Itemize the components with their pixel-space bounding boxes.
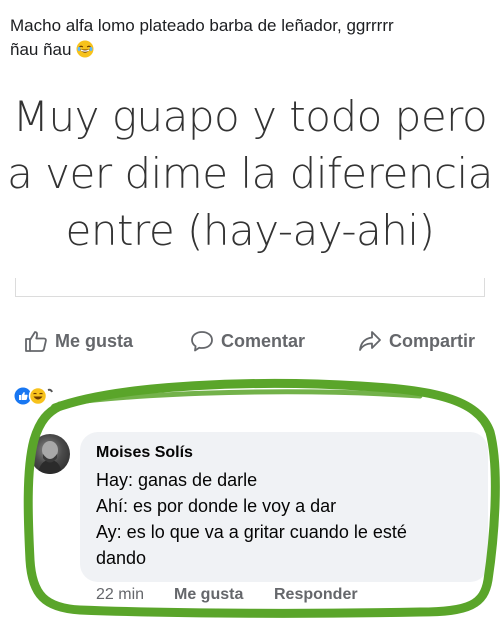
image-frame [15, 278, 485, 297]
like-label: Me gusta [55, 330, 134, 351]
thumbs-up-icon [25, 331, 47, 352]
share-arrow-icon [359, 331, 381, 351]
post-image[interactable]: Muy guapo y todo pero a ver dime la dife… [0, 78, 500, 298]
comment-button[interactable]: Comentar [190, 328, 305, 354]
comment-bubble-icon [191, 331, 213, 352]
comment-section: Moises Solís Hay: ganas de darle Ahí: es… [0, 400, 500, 622]
comment-line-2: Ahí: es por donde le voy a dar [96, 496, 337, 516]
share-label: Compartir [389, 330, 476, 351]
comment-reply-link[interactable]: Responder [274, 586, 358, 604]
post-actions: Me gusta Comentar Compartir [0, 322, 500, 362]
comment-label: Comentar [221, 330, 306, 351]
laughing-emoji-icon [76, 40, 94, 58]
commenter-name[interactable]: Moises Solís [96, 444, 193, 462]
comment-like-link[interactable]: Me gusta [174, 586, 243, 604]
comment-line-1: Hay: ganas de darle [96, 470, 258, 490]
image-text-line-1: Muy guapo y todo pero [12, 92, 488, 141]
share-button[interactable]: Compartir [358, 328, 475, 354]
image-text: Muy guapo y todo pero a ver dime la dife… [0, 88, 500, 259]
image-text-line-2: a ver dime la diferencia [7, 149, 493, 198]
like-button[interactable]: Me gusta [24, 328, 133, 354]
caption-line-1: Macho alfa lomo plateado barba de leñado… [10, 16, 394, 35]
post-caption: Macho alfa lomo plateado barba de leñado… [10, 14, 480, 62]
commenter-avatar[interactable] [30, 434, 70, 474]
image-text-line-3: entre (hay-ay-ahi) [65, 206, 435, 255]
caption-line-2: ñau ñau [10, 40, 72, 59]
comment-bubble: Moises Solís Hay: ganas de darle Ahí: es… [80, 432, 488, 582]
comment-timestamp[interactable]: 22 min [96, 586, 144, 604]
comment-line-3: Ay: es lo que va a gritar cuando le esté [96, 522, 407, 542]
comment-line-4: dando [96, 548, 147, 568]
